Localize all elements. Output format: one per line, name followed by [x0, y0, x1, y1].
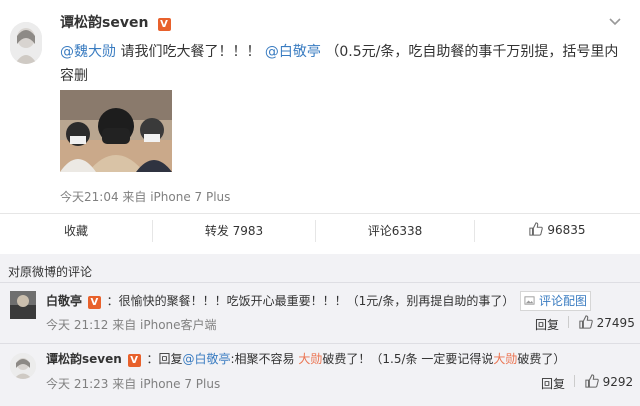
like-button[interactable]: 96835: [475, 222, 640, 240]
comment-label: 评论6338: [367, 224, 423, 238]
comment-button[interactable]: 评论6338: [316, 222, 474, 240]
commenter-name[interactable]: 白敬亭: [46, 294, 82, 308]
verified-badge-icon: V: [127, 354, 141, 367]
post-time-source[interactable]: 今天21:04 来自 iPhone 7 Plus: [60, 188, 230, 205]
comment-like-button[interactable]: 27495: [568, 315, 635, 330]
commenter-name[interactable]: 谭松韵seven: [46, 352, 122, 366]
commenter-avatar[interactable]: [10, 291, 36, 319]
thumbs-up-icon: [579, 315, 593, 329]
comment-like-count: 27495: [596, 316, 635, 330]
post-author-name[interactable]: 谭松韵seven: [60, 15, 148, 31]
post-menu-chevron-icon[interactable]: [608, 12, 622, 26]
comment-image-label: 评论配图: [539, 294, 588, 308]
comment-text: :相聚不容易: [230, 352, 295, 366]
comment-text-line: 白敬亭 V ：很愉快的聚餐！！！吃饭开心最重要！！！（1元/条，别再提自助的事了…: [46, 291, 636, 311]
comment-item: 谭松韵seven V ：回复@白敬亭:相聚不容易 大勋破费了！（1.5/条 一定…: [0, 344, 640, 406]
repost-label: 转发 7983: [204, 224, 264, 238]
favorite-button[interactable]: 收藏: [0, 222, 152, 240]
keyword-highlight[interactable]: 大勋: [493, 352, 517, 366]
verified-badge-icon: V: [87, 296, 101, 309]
comment-text: ：很愉快的聚餐！！！吃饭开心最重要！！！（1元/条，别再提自助的事了）: [106, 294, 515, 308]
comment-like-button[interactable]: 9292: [574, 374, 633, 389]
comment-text: 破费了！（1.5/条 一定要记得说: [322, 352, 494, 366]
comment-time-source[interactable]: 今天 21:12 来自 iPhone客户端: [46, 316, 217, 333]
commenter-avatar[interactable]: [10, 353, 36, 379]
comment-text-line: 谭松韵seven V ：回复@白敬亭:相聚不容易 大勋破费了！（1.5/条 一定…: [46, 350, 636, 368]
mention-link[interactable]: @魏大勋: [60, 44, 116, 60]
repost-button[interactable]: 转发 7983: [153, 222, 315, 240]
comments-header: 对原微博的评论: [8, 265, 93, 279]
favorite-label: 收藏: [63, 224, 88, 238]
comment-image-link[interactable]: 评论配图: [520, 291, 592, 311]
comment-item: 白敬亭 V ：很愉快的聚餐！！！吃饭开心最重要！！！（1元/条，别再提自助的事了…: [0, 283, 640, 343]
image-icon: [524, 296, 535, 305]
comment-time-source[interactable]: 今天 21:23 来自 iPhone 7 Plus: [46, 375, 220, 392]
action-bar-top-border: [0, 213, 640, 214]
reply-button[interactable]: 回复: [535, 316, 559, 333]
post-text-part: 请我们吃大餐了！！！: [120, 44, 261, 60]
mention-link[interactable]: @白敬亭: [265, 44, 321, 60]
comment-text: ：回复: [146, 352, 183, 366]
keyword-highlight[interactable]: 大勋: [298, 352, 322, 366]
mention-link[interactable]: @白敬亭: [182, 352, 230, 366]
post-photo[interactable]: [60, 90, 172, 172]
author-avatar[interactable]: [10, 22, 42, 64]
verified-badge-icon: V: [157, 18, 171, 31]
comment-like-count: 9292: [602, 375, 634, 389]
post-author-row: 谭松韵seven V: [60, 12, 171, 32]
thumbs-up-icon: [529, 222, 544, 236]
thumbs-up-icon: [585, 374, 599, 388]
comment-text: 破费了）: [517, 352, 566, 366]
like-count: 96835: [547, 223, 586, 237]
reply-button[interactable]: 回复: [541, 375, 565, 392]
